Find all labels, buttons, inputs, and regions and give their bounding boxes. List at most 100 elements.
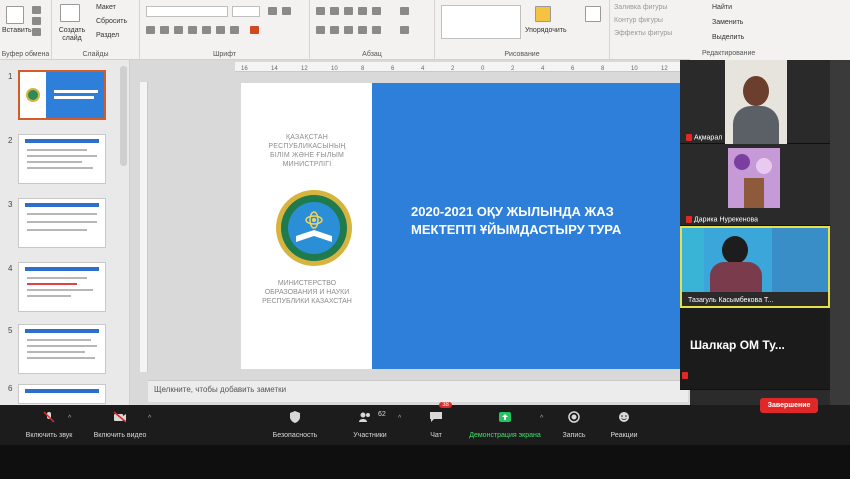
start-video-button[interactable]: Включить видео — [84, 405, 156, 445]
ruler-tick-label: 8 — [361, 66, 365, 72]
ribbon-group-drawing: Упорядочить Рисование — [435, 0, 610, 60]
slide-number: 4 — [8, 264, 13, 273]
slide-thumbnail-3[interactable] — [18, 198, 106, 248]
record-button[interactable]: Запись — [556, 405, 592, 445]
section-button[interactable]: Раздел — [96, 32, 119, 39]
participants-options-caret[interactable]: ^ — [398, 415, 401, 422]
reactions-button[interactable]: Реакции — [604, 405, 644, 445]
zoom-toolbar: Включить звук ^ Включить видео ^ Безопас… — [0, 402, 850, 445]
slide-thumbnail-5[interactable] — [18, 324, 106, 374]
share-screen-icon — [499, 412, 511, 422]
slide-title-line: 2020-2021 ОҚУ ЖЫЛЫНДА ЖАЗ — [411, 204, 614, 219]
slide-number: 3 — [8, 200, 13, 209]
align-center-icon[interactable] — [330, 26, 339, 34]
strikethrough-icon[interactable] — [188, 26, 197, 34]
video-tile[interactable]: Шалкар ОМ Ту... — [680, 308, 830, 390]
slides-panel-scrollbar[interactable] — [120, 66, 127, 166]
paste-label[interactable]: Вставить — [2, 27, 32, 34]
video-tile[interactable]: Ақмарал — [680, 60, 830, 144]
ministry-name-kz: ҚАЗАҚСТАН РЕСПУБЛИКАСЫНЫҢ БІЛІМ ЖӘНЕ ҒЫЛ… — [251, 133, 363, 169]
spacing-icon[interactable] — [216, 26, 225, 34]
text-direction-icon[interactable] — [400, 7, 409, 15]
slide-canvas[interactable]: ҚАЗАҚСТАН РЕСПУБЛИКАСЫНЫҢ БІЛІМ ЖӘНЕ ҒЫЛ… — [241, 83, 685, 369]
reset-button[interactable]: Сбросить — [96, 18, 127, 25]
group-label-editing: Редактирование — [702, 50, 756, 57]
paste-icon[interactable] — [6, 6, 24, 24]
slide-thumbnail-2[interactable] — [18, 134, 106, 184]
shrink-font-icon[interactable] — [282, 7, 291, 15]
ruler-ticks: 16 14 12 10 8 6 4 2 0 2 4 6 8 10 12 — [241, 66, 668, 72]
thumb-title-line — [54, 96, 94, 99]
bullets-icon[interactable] — [316, 7, 325, 15]
ministry-kz-line: БІЛІМ ЖӘНЕ ҒЫЛЫМ — [269, 152, 345, 159]
shapes-gallery[interactable] — [441, 5, 521, 39]
video-tile-active-speaker[interactable]: Тазагуль Касымбекова Т... — [680, 226, 830, 308]
thumb-line — [27, 161, 82, 163]
notes-pane[interactable]: Щелкните, чтобы добавить заметки — [148, 380, 688, 402]
find-button[interactable]: Найти — [712, 4, 732, 11]
line-spacing-icon[interactable] — [372, 7, 381, 15]
video-off-icon — [113, 411, 127, 423]
slide-thumbnail-4[interactable] — [18, 262, 106, 312]
format-painter-icon[interactable] — [32, 28, 41, 36]
shape-fill-button[interactable]: Заливка фигуры — [614, 4, 667, 11]
quick-styles-icon[interactable] — [585, 6, 601, 22]
replace-button[interactable]: Заменить — [712, 19, 743, 26]
font-family-select[interactable] — [146, 6, 228, 17]
thumb-header-bar — [25, 329, 99, 333]
ruler-tick-label: 12 — [661, 66, 668, 72]
video-options-caret[interactable]: ^ — [148, 415, 151, 422]
chat-button[interactable]: 38 Чат — [416, 402, 456, 445]
group-label-slides: Слайды — [82, 51, 109, 58]
new-slide-label[interactable]: Создать слайд — [56, 27, 88, 43]
ruler-tick-label: 6 — [391, 66, 395, 72]
case-icon[interactable] — [230, 26, 239, 34]
align-left-icon[interactable] — [316, 26, 325, 34]
arrange-icon[interactable] — [535, 6, 551, 22]
shape-outline-button[interactable]: Контур фигуры — [614, 17, 663, 24]
mic-off-icon — [43, 411, 55, 423]
slide-title[interactable]: 2020-2021 ОҚУ ЖЫЛЫНДА ЖАЗ МЕКТЕПТІ ҰЙЫМД… — [411, 203, 685, 239]
unmute-button[interactable]: Включить звук — [14, 405, 84, 445]
bold-icon[interactable] — [146, 26, 155, 34]
audio-options-caret[interactable]: ^ — [68, 415, 71, 422]
share-screen-button[interactable]: Демонстрация экрана — [462, 405, 548, 445]
reactions-label: Реакции — [610, 432, 638, 439]
ruler-tick-label: 16 — [241, 66, 248, 72]
slide-title-line: МЕКТЕПТІ ҰЙЫМДАСТЫРУ ТУРА — [411, 222, 622, 237]
new-slide-icon[interactable] — [60, 4, 80, 22]
video-tile[interactable]: Дарика Нурекенова — [680, 144, 830, 226]
record-label: Запись — [562, 432, 586, 439]
underline-icon[interactable] — [174, 26, 183, 34]
participants-button[interactable]: 62 Участники — [340, 405, 400, 445]
smartart-icon[interactable] — [400, 26, 409, 34]
thumb-line — [27, 149, 87, 151]
slide-thumbnail-1[interactable] — [18, 70, 106, 120]
security-button[interactable]: Безопасность — [262, 405, 328, 445]
italic-icon[interactable] — [160, 26, 169, 34]
numbering-icon[interactable] — [330, 7, 339, 15]
end-meeting-button[interactable]: Завершение — [760, 398, 818, 413]
align-right-icon[interactable] — [344, 26, 353, 34]
cut-icon[interactable] — [32, 6, 41, 14]
increase-indent-icon[interactable] — [358, 7, 367, 15]
decrease-indent-icon[interactable] — [344, 7, 353, 15]
share-options-caret[interactable]: ^ — [540, 415, 543, 422]
arrange-label[interactable]: Упорядочить — [525, 27, 567, 34]
shape-effects-button[interactable]: Эффекты фигуры — [614, 30, 672, 37]
ribbon-group-font: Шрифт — [140, 0, 310, 60]
justify-icon[interactable] — [358, 26, 367, 34]
grow-font-icon[interactable] — [268, 7, 277, 15]
thumb-header-bar — [25, 389, 99, 393]
thumb-line — [27, 295, 71, 297]
ruler-tick-label: 4 — [541, 66, 545, 72]
ruler-tick-label: 2 — [511, 66, 515, 72]
columns-icon[interactable] — [372, 26, 381, 34]
font-color-icon[interactable] — [250, 26, 259, 34]
select-button[interactable]: Выделить — [712, 34, 744, 41]
font-size-select[interactable] — [232, 6, 260, 17]
layout-button[interactable]: Макет — [96, 4, 116, 11]
copy-icon[interactable] — [32, 17, 41, 25]
slide-thumbnail-6[interactable] — [18, 384, 106, 404]
shadow-icon[interactable] — [202, 26, 211, 34]
